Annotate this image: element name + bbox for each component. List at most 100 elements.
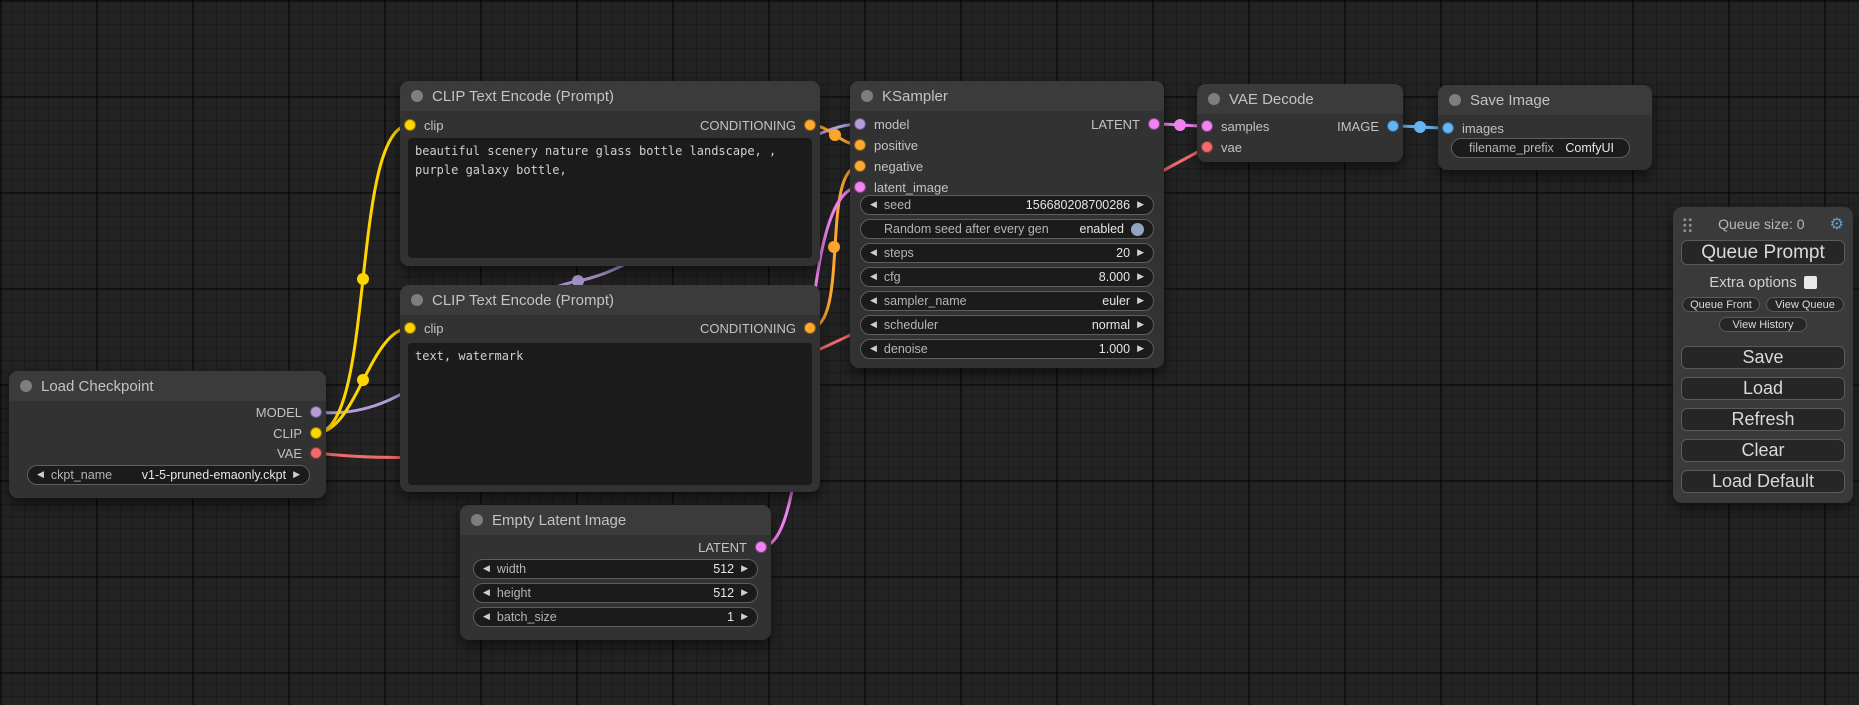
node-title: Empty Latent Image xyxy=(492,512,626,529)
images-input-port[interactable] xyxy=(1442,122,1454,134)
decrement-arrow-icon[interactable]: ◀ xyxy=(483,588,490,598)
widget-value: 1.000 xyxy=(1099,342,1130,356)
node-load-checkpoint[interactable]: Load Checkpoint MODEL CLIP VAE ◀ ckpt_na… xyxy=(9,371,326,498)
node-clip-text-encode-negative[interactable]: CLIP Text Encode (Prompt) clip CONDITION… xyxy=(400,285,820,492)
node-vae-decode[interactable]: VAE Decode samples vae IMAGE xyxy=(1197,84,1403,162)
node-collapse-dot[interactable] xyxy=(411,90,423,102)
widget-label: height xyxy=(497,586,531,600)
extra-options-checkbox[interactable] xyxy=(1804,276,1817,289)
negative-input-port[interactable] xyxy=(854,160,866,172)
increment-arrow-icon[interactable]: ▶ xyxy=(1137,344,1144,354)
decrement-arrow-icon[interactable]: ◀ xyxy=(870,320,877,330)
sampler-name-widget[interactable]: ◀ sampler_name euler ▶ xyxy=(860,291,1154,311)
increment-arrow-icon[interactable]: ▶ xyxy=(293,470,300,480)
port-label: samples xyxy=(1221,119,1269,134)
batch-size-widget[interactable]: ◀ batch_size 1 ▶ xyxy=(473,607,758,627)
drag-handle-icon[interactable] xyxy=(1682,217,1693,232)
decrement-arrow-icon[interactable]: ◀ xyxy=(870,296,877,306)
increment-arrow-icon[interactable]: ▶ xyxy=(1137,248,1144,258)
decrement-arrow-icon[interactable]: ◀ xyxy=(483,612,490,622)
queue-front-button[interactable]: Queue Front xyxy=(1682,297,1760,312)
increment-arrow-icon[interactable]: ▶ xyxy=(741,612,748,622)
clear-button[interactable]: Clear xyxy=(1681,439,1845,462)
node-title-bar: Empty Latent Image xyxy=(460,505,771,535)
model-input-port[interactable] xyxy=(854,118,866,130)
port-label: VAE xyxy=(277,446,302,461)
save-button[interactable]: Save xyxy=(1681,346,1845,369)
widget-value: ComfyUI xyxy=(1565,141,1614,155)
decrement-arrow-icon[interactable]: ◀ xyxy=(870,248,877,258)
node-ksampler[interactable]: KSampler model positive negative latent_… xyxy=(850,81,1164,368)
node-collapse-dot[interactable] xyxy=(411,294,423,306)
port-label: vae xyxy=(1221,140,1242,155)
widget-value: 1 xyxy=(727,610,734,624)
refresh-button[interactable]: Refresh xyxy=(1681,408,1845,431)
node-title-bar: CLIP Text Encode (Prompt) xyxy=(400,285,820,315)
toggle-enabled-icon[interactable] xyxy=(1131,223,1144,236)
vae-input-port[interactable] xyxy=(1201,141,1213,153)
node-empty-latent-image[interactable]: Empty Latent Image LATENT ◀ width 512 ▶ … xyxy=(460,505,771,640)
latent-image-input-port[interactable] xyxy=(854,181,866,193)
port-label: images xyxy=(1462,121,1504,136)
node-collapse-dot[interactable] xyxy=(471,514,483,526)
input-vae: vae xyxy=(1201,139,1242,155)
samples-input-port[interactable] xyxy=(1201,120,1213,132)
conditioning-output-port[interactable] xyxy=(804,119,816,131)
cfg-widget[interactable]: ◀ cfg 8.000 ▶ xyxy=(860,267,1154,287)
gear-icon[interactable]: ⚙ xyxy=(1830,216,1844,232)
prompt-text-area[interactable]: beautiful scenery nature glass bottle la… xyxy=(408,138,812,258)
denoise-widget[interactable]: ◀ denoise 1.000 ▶ xyxy=(860,339,1154,359)
node-collapse-dot[interactable] xyxy=(20,380,32,392)
node-collapse-dot[interactable] xyxy=(861,90,873,102)
seed-widget[interactable]: ◀ seed 156680208700286 ▶ xyxy=(860,195,1154,215)
node-save-image[interactable]: Save Image images filename_prefix ComfyU… xyxy=(1438,85,1652,170)
increment-arrow-icon[interactable]: ▶ xyxy=(741,588,748,598)
clip-input-port[interactable] xyxy=(404,322,416,334)
queue-prompt-button[interactable]: Queue Prompt xyxy=(1681,240,1845,265)
port-label: clip xyxy=(424,118,444,133)
input-clip: clip xyxy=(404,320,444,336)
height-widget[interactable]: ◀ height 512 ▶ xyxy=(473,583,758,603)
node-clip-text-encode-positive[interactable]: CLIP Text Encode (Prompt) clip CONDITION… xyxy=(400,81,820,266)
random-seed-toggle-widget[interactable]: Random seed after every gen enabled xyxy=(860,219,1154,239)
node-collapse-dot[interactable] xyxy=(1449,94,1461,106)
model-output-port[interactable] xyxy=(310,406,322,418)
decrement-arrow-icon[interactable]: ◀ xyxy=(870,344,877,354)
width-widget[interactable]: ◀ width 512 ▶ xyxy=(473,559,758,579)
view-queue-button[interactable]: View Queue xyxy=(1766,297,1844,312)
image-output-port[interactable] xyxy=(1387,120,1399,132)
increment-arrow-icon[interactable]: ▶ xyxy=(1137,320,1144,330)
decrement-arrow-icon[interactable]: ◀ xyxy=(870,200,877,210)
increment-arrow-icon[interactable]: ▶ xyxy=(1137,272,1144,282)
view-history-button[interactable]: View History xyxy=(1719,317,1807,332)
node-title-bar: VAE Decode xyxy=(1197,84,1403,114)
filename-prefix-widget[interactable]: filename_prefix ComfyUI xyxy=(1451,138,1630,158)
decrement-arrow-icon[interactable]: ◀ xyxy=(37,470,44,480)
clip-output-port[interactable] xyxy=(310,427,322,439)
node-collapse-dot[interactable] xyxy=(1208,93,1220,105)
ckpt-name-widget[interactable]: ◀ ckpt_name v1-5-pruned-emaonly.ckpt ▶ xyxy=(27,465,310,485)
load-button[interactable]: Load xyxy=(1681,377,1845,400)
increment-arrow-icon[interactable]: ▶ xyxy=(1137,200,1144,210)
latent-output-port[interactable] xyxy=(755,541,767,553)
increment-arrow-icon[interactable]: ▶ xyxy=(741,564,748,574)
node-title-bar: CLIP Text Encode (Prompt) xyxy=(400,81,820,111)
load-default-button[interactable]: Load Default xyxy=(1681,470,1845,493)
prompt-text-area[interactable]: text, watermark xyxy=(408,343,812,485)
widget-label: batch_size xyxy=(497,610,557,624)
node-title-bar: Load Checkpoint xyxy=(9,371,326,401)
conditioning-output-port[interactable] xyxy=(804,322,816,334)
positive-input-port[interactable] xyxy=(854,139,866,151)
decrement-arrow-icon[interactable]: ◀ xyxy=(870,272,877,282)
widget-value: 20 xyxy=(1116,246,1130,260)
clip-input-port[interactable] xyxy=(404,119,416,131)
widget-value: enabled xyxy=(1080,222,1125,236)
latent-output-port[interactable] xyxy=(1148,118,1160,130)
vae-output-port[interactable] xyxy=(310,447,322,459)
extra-options-label: Extra options xyxy=(1709,274,1797,291)
input-clip: clip xyxy=(404,117,444,133)
steps-widget[interactable]: ◀ steps 20 ▶ xyxy=(860,243,1154,263)
increment-arrow-icon[interactable]: ▶ xyxy=(1137,296,1144,306)
scheduler-widget[interactable]: ◀ scheduler normal ▶ xyxy=(860,315,1154,335)
decrement-arrow-icon[interactable]: ◀ xyxy=(483,564,490,574)
